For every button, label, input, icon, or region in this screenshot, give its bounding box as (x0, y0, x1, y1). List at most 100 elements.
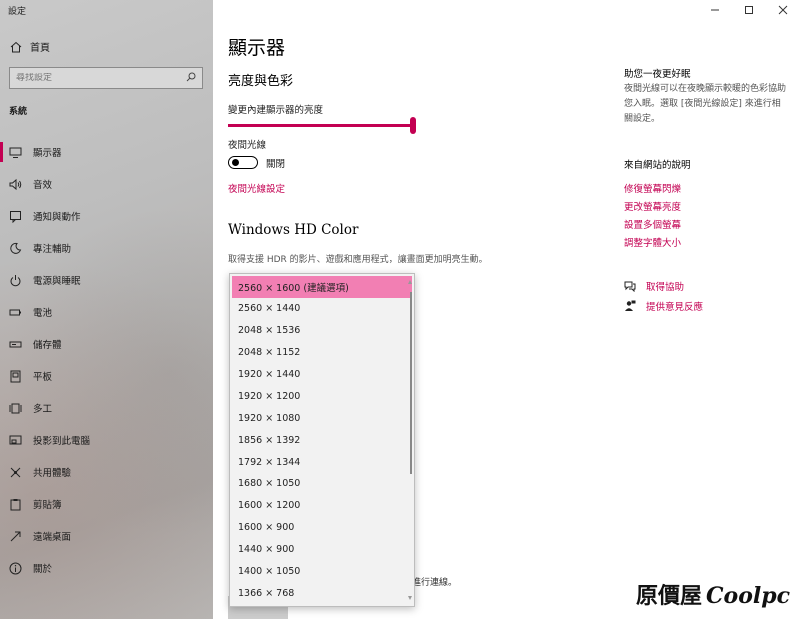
resolution-option[interactable]: 1920 × 1200 (230, 385, 414, 407)
help-link-fix-flicker[interactable]: 修復螢幕閃爍 (624, 181, 681, 195)
remote-desktop-icon (9, 530, 22, 543)
resolution-dropdown[interactable]: 2560 × 1600 (建議選項) 2560 × 1440 2048 × 15… (229, 273, 415, 607)
sidebar-item-label: 電源與睡眠 (33, 276, 81, 287)
help-link-multiple-displays[interactable]: 設置多個螢幕 (624, 217, 681, 231)
minimize-button[interactable] (698, 0, 732, 20)
battery-icon (9, 306, 22, 319)
home-nav-item[interactable]: 首頁 (10, 39, 50, 54)
get-help-label: 取得協助 (646, 282, 685, 293)
sidebar: 設定 首頁 系統 顯示器 音效 通知與動作 專注輔助 (0, 0, 213, 619)
sidebar-item-sound[interactable]: 音效 (0, 168, 213, 200)
sidebar-item-label: 遠端桌面 (33, 532, 72, 543)
sidebar-item-display[interactable]: 顯示器 (0, 136, 213, 168)
section-label-system: 系統 (9, 107, 28, 117)
speaker-icon (9, 178, 22, 191)
sidebar-item-focus-assist[interactable]: 專注輔助 (0, 232, 213, 264)
search-input[interactable] (16, 73, 166, 83)
resolution-option-selected[interactable]: 2560 × 1600 (建議選項) (232, 276, 412, 298)
maximize-button[interactable] (732, 0, 766, 20)
sidebar-item-label: 儲存體 (33, 340, 62, 351)
sidebar-item-label: 關於 (33, 564, 53, 575)
resolution-option[interactable]: 1680 × 1050 (230, 473, 414, 495)
hdr-description: 取得支援 HDR 的影片、遊戲和應用程式，讓畫面更加明亮生動。 (228, 255, 488, 265)
feedback-link[interactable]: 提供意見反應 (624, 299, 703, 313)
help-link-brightness[interactable]: 更改螢幕亮度 (624, 199, 681, 213)
resolution-option[interactable]: 1856 × 1392 (230, 429, 414, 451)
sidebar-item-tablet[interactable]: 平板 (0, 360, 213, 392)
multitask-icon (9, 402, 22, 415)
night-light-settings-link[interactable]: 夜間光線設定 (228, 181, 285, 195)
sidebar-item-label: 多工 (33, 404, 53, 415)
sidebar-item-projecting[interactable]: 投影到此電腦 (0, 424, 213, 456)
sidebar-item-storage[interactable]: 儲存體 (0, 328, 213, 360)
info-icon (9, 562, 22, 575)
help-link-font-size[interactable]: 調整字體大小 (624, 235, 681, 249)
resolution-option[interactable]: 1920 × 1080 (230, 407, 414, 429)
search-icon[interactable] (186, 72, 196, 85)
sidebar-item-multitasking[interactable]: 多工 (0, 392, 213, 424)
sidebar-item-label: 顯示器 (33, 148, 62, 159)
home-label: 首頁 (30, 43, 50, 54)
search-box[interactable] (9, 67, 203, 89)
brightness-label: 變更內建顯示器的亮度 (228, 105, 324, 116)
get-help-link[interactable]: 取得協助 (624, 279, 684, 293)
night-light-state: 關閉 (266, 159, 286, 170)
home-icon (10, 41, 22, 53)
brightness-slider-thumb[interactable] (410, 117, 416, 134)
tablet-icon (9, 370, 22, 383)
sidebar-item-shared-experiences[interactable]: 共用體驗 (0, 456, 213, 488)
sidebar-item-label: 通知與動作 (33, 212, 81, 223)
sidebar-item-label: 平板 (33, 372, 53, 383)
sidebar-item-power[interactable]: 電源與睡眠 (0, 264, 213, 296)
watermark-brand: Coolpc (706, 583, 791, 609)
shared-experience-icon (9, 466, 22, 479)
sidebar-nav: 顯示器 音效 通知與動作 專注輔助 電源與睡眠 電池 儲存體 平板 多工 投影到… (0, 136, 213, 584)
resolution-option[interactable]: 1366 × 768 (230, 582, 414, 604)
resolution-option[interactable]: 2048 × 1536 (230, 320, 414, 342)
power-icon (9, 274, 22, 287)
feedback-label: 提供意見反應 (646, 302, 704, 313)
night-light-label: 夜間光線 (228, 140, 267, 151)
dropdown-scrollbar[interactable] (410, 292, 412, 474)
brightness-slider-track[interactable] (228, 124, 414, 127)
watermark-text: 原價屋 (636, 583, 703, 609)
resolution-option[interactable]: 2560 × 1440 (230, 298, 414, 320)
chat-help-icon (624, 280, 636, 292)
brightness-heading: 亮度與色彩 (228, 74, 294, 89)
resolution-option[interactable]: 1440 × 900 (230, 539, 414, 561)
monitor-icon (9, 146, 22, 159)
resolution-option[interactable]: 2048 × 1152 (230, 342, 414, 364)
night-tip-description: 夜間光線可以在夜晚顯示較暖的色彩協助您入眠。選取 [夜間光線設定] 來進行相關設… (624, 84, 787, 124)
resolution-option[interactable]: 1600 × 1200 (230, 495, 414, 517)
sidebar-item-battery[interactable]: 電池 (0, 296, 213, 328)
window-title: 設定 (8, 7, 27, 17)
coolpc-watermark: 原價屋 Coolpc (636, 578, 790, 610)
sidebar-item-about[interactable]: 關於 (0, 552, 213, 584)
sidebar-item-label: 投影到此電腦 (33, 436, 91, 447)
notification-icon (9, 210, 22, 223)
sidebar-item-remote-desktop[interactable]: 遠端桌面 (0, 520, 213, 552)
resolution-option[interactable]: 1400 × 1050 (230, 561, 414, 583)
window-controls (698, 0, 800, 20)
hdr-heading: Windows HD Color (228, 222, 359, 238)
sidebar-item-notifications[interactable]: 通知與動作 (0, 200, 213, 232)
sidebar-item-label: 專注輔助 (33, 244, 72, 255)
scroll-up-arrow[interactable] (408, 280, 412, 284)
project-icon (9, 434, 22, 447)
sidebar-item-label: 剪貼簿 (33, 500, 62, 511)
sidebar-item-label: 共用體驗 (33, 468, 72, 479)
page-title: 顯示器 (228, 37, 286, 59)
sidebar-item-label: 音效 (33, 180, 53, 191)
scroll-down-arrow[interactable] (408, 596, 412, 600)
resolution-option[interactable]: 1792 × 1344 (230, 451, 414, 473)
resolution-option[interactable]: 1600 × 900 (230, 517, 414, 539)
night-light-toggle[interactable] (228, 156, 258, 169)
sidebar-item-clipboard[interactable]: 剪貼簿 (0, 488, 213, 520)
storage-icon (9, 338, 22, 351)
feedback-icon (624, 300, 636, 312)
clipboard-icon (9, 498, 22, 511)
moon-icon (9, 242, 22, 255)
close-button[interactable] (766, 0, 800, 20)
resolution-option[interactable]: 1920 × 1440 (230, 364, 414, 386)
sidebar-item-label: 電池 (33, 308, 53, 319)
